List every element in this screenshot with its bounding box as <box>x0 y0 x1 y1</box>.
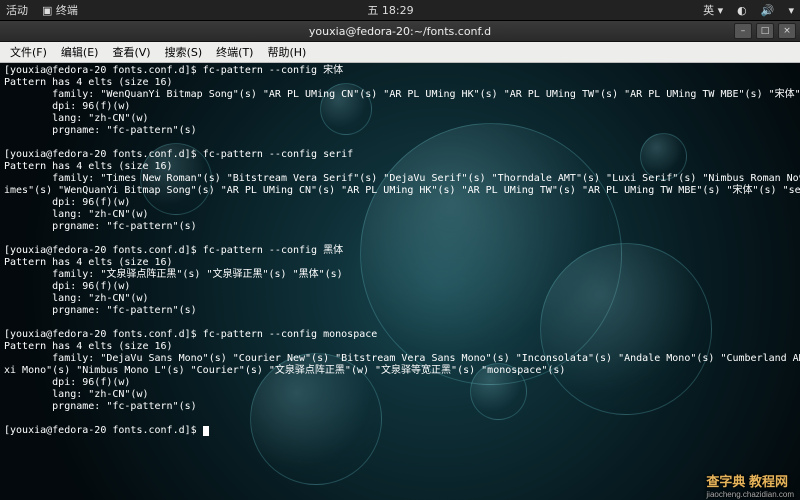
menubar: 文件(F) 编辑(E) 查看(V) 搜索(S) 终端(T) 帮助(H) <box>0 42 800 63</box>
window-titlebar[interactable]: youxia@fedora-20:~/fonts.conf.d – □ × <box>0 21 800 42</box>
watermark: 查字典 教程网 jiaocheng.chazidian.com <box>706 471 794 499</box>
window-close-button[interactable]: × <box>778 23 796 39</box>
window-maximize-button[interactable]: □ <box>756 23 774 39</box>
clock[interactable]: 五 18:29 <box>367 2 413 18</box>
terminal-viewport[interactable]: [youxia@fedora-20 fonts.conf.d]$ fc-patt… <box>0 63 800 500</box>
a11y-icon[interactable]: ◐ <box>737 4 747 17</box>
menu-file[interactable]: 文件(F) <box>4 43 53 61</box>
watermark-sub: jiaocheng.chazidian.com <box>706 490 794 499</box>
gnome-topbar: 活动 ▣ 终端 五 18:29 英 ▾ ◐ 🔊 ▾ <box>0 0 800 21</box>
terminal-cursor <box>203 426 209 436</box>
menu-terminal[interactable]: 终端(T) <box>210 43 259 61</box>
system-menu-icon[interactable]: ▾ <box>788 4 794 17</box>
current-app-label[interactable]: ▣ 终端 <box>42 2 78 18</box>
activities-button[interactable]: 活动 <box>6 2 28 18</box>
terminal-text: [youxia@fedora-20 fonts.conf.d]$ fc-patt… <box>0 63 800 500</box>
watermark-main: 查字典 教程网 <box>706 474 788 489</box>
window-minimize-button[interactable]: – <box>734 23 752 39</box>
window-title: youxia@fedora-20:~/fonts.conf.d <box>309 25 491 38</box>
volume-icon[interactable]: 🔊 <box>761 4 775 17</box>
menu-edit[interactable]: 编辑(E) <box>55 43 105 61</box>
ime-indicator[interactable]: 英 ▾ <box>703 2 723 18</box>
menu-view[interactable]: 查看(V) <box>106 43 156 61</box>
menu-search[interactable]: 搜索(S) <box>159 43 209 61</box>
menu-help[interactable]: 帮助(H) <box>261 43 312 61</box>
